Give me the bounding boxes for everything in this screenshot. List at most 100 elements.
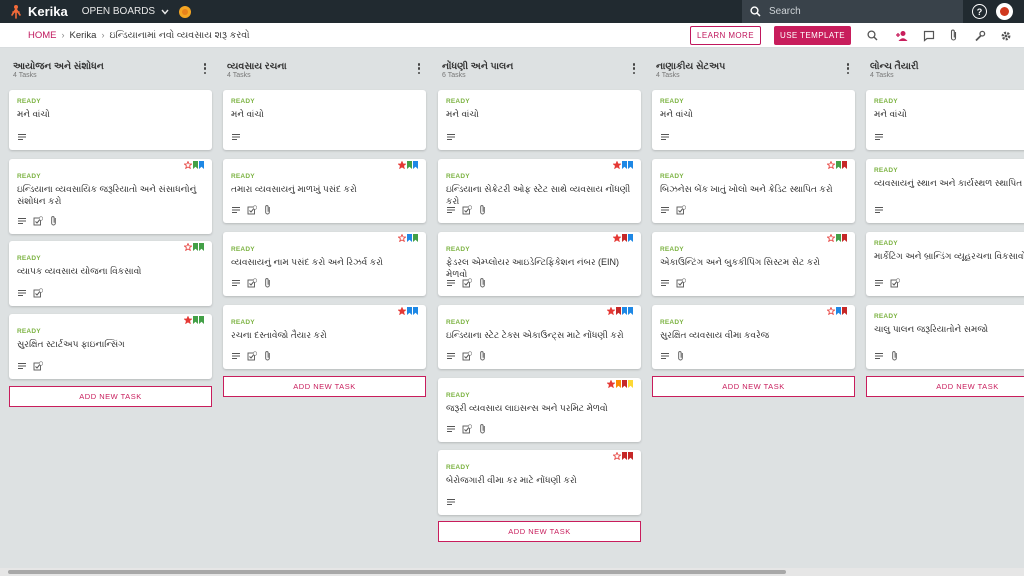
tag-flag-icon[interactable] [628, 234, 633, 242]
tag-flag-icon[interactable] [407, 307, 412, 315]
tag-flag-icon[interactable] [407, 161, 412, 169]
task-card[interactable]: READY મને વાંચો [223, 90, 426, 150]
more-vert-icon[interactable] [202, 63, 208, 74]
tag-flag-icon[interactable] [193, 161, 198, 169]
tag-flag-icon[interactable] [836, 234, 841, 242]
task-card[interactable]: READY ઇન્ડિયાના વ્યવસાયિક જરૂરિયાતો અને સ… [9, 159, 212, 234]
tag-flag-icon[interactable] [413, 307, 418, 315]
star-icon[interactable] [607, 380, 615, 388]
tag-flag-icon[interactable] [628, 452, 633, 460]
tag-flag-icon[interactable] [628, 307, 633, 315]
column-title[interactable]: નોંધણી અને પાલન [442, 61, 513, 72]
task-card[interactable]: READY વ્યાપક વ્યવસાય યોજના વિકસાવો [9, 241, 212, 306]
column-title[interactable]: નાણાકીય સેટઅપ [656, 61, 725, 72]
star-icon[interactable] [613, 234, 621, 242]
task-card[interactable]: READY વ્યવસાયનું નામ પસંદ કરો અને રિઝર્વ … [223, 232, 426, 296]
add-new-task-button[interactable]: ADD NEW TASK [223, 376, 426, 397]
task-card[interactable]: READY મને વાંચો [866, 90, 1024, 150]
learn-more-button[interactable]: LEARN MORE [690, 26, 761, 45]
tag-flag-icon[interactable] [616, 307, 621, 315]
attachment-icon[interactable] [946, 28, 961, 43]
task-card[interactable]: READY માર્કેટિંગ અને બ્રાન્ડિંગ વ્યૂહરચના… [866, 232, 1024, 296]
tag-flag-icon[interactable] [199, 243, 204, 251]
horizontal-scrollbar[interactable] [0, 568, 1024, 576]
add-person-icon[interactable] [894, 28, 909, 43]
star-icon[interactable] [613, 161, 621, 169]
task-card[interactable]: READY મને વાંચો [438, 90, 641, 150]
tag-flag-icon[interactable] [842, 307, 847, 315]
task-card[interactable]: READY બિઝનેસ બેંક ખાતું ખોલો અને ક્રેડિટ … [652, 159, 855, 223]
star-icon[interactable] [827, 161, 835, 169]
tag-flag-icon[interactable] [622, 452, 627, 460]
add-new-task-button[interactable]: ADD NEW TASK [9, 386, 212, 407]
task-card[interactable]: READY ફેડરલ એમ્પ્લોયર આઇડેન્ટિફિકેશન નંબર… [438, 232, 641, 296]
wrench-icon[interactable] [972, 28, 987, 43]
more-vert-icon[interactable] [416, 63, 422, 74]
task-card[interactable]: READY મને વાંચો [652, 90, 855, 150]
task-card[interactable]: READY એકાઉન્ટિંગ અને બુકકીપિંગ સિસ્ટમ સેટ… [652, 232, 855, 296]
star-icon[interactable] [184, 161, 192, 169]
task-card[interactable]: READY જરૂરી વ્યવસાય લાઇસન્સ અને પરમિટ મેળ… [438, 378, 641, 442]
tag-flag-icon[interactable] [622, 307, 627, 315]
task-card[interactable]: READY સુરક્ષિત વ્યવસાય વીમા કવરેજ [652, 305, 855, 369]
tag-flag-icon[interactable] [616, 380, 621, 388]
star-icon[interactable] [827, 307, 835, 315]
task-badges [827, 161, 847, 169]
settings-gear-icon[interactable] [998, 28, 1013, 43]
star-icon[interactable] [613, 452, 621, 460]
add-new-task-button[interactable]: ADD NEW TASK [652, 376, 855, 397]
more-vert-icon[interactable] [845, 63, 851, 74]
tag-flag-icon[interactable] [622, 380, 627, 388]
task-title: એકાઉન્ટિંગ અને બુકકીપિંગ સિસ્ટમ સેટ કરો [660, 257, 821, 267]
breadcrumb-home[interactable]: HOME [28, 30, 57, 41]
tag-flag-icon[interactable] [836, 161, 841, 169]
breadcrumb-account[interactable]: Kerika [70, 30, 97, 41]
use-template-button[interactable]: USE TEMPLATE [774, 26, 851, 45]
star-icon[interactable] [398, 307, 406, 315]
tag-flag-icon[interactable] [413, 234, 418, 242]
star-icon[interactable] [184, 243, 192, 251]
tag-flag-icon[interactable] [193, 243, 198, 251]
tag-flag-icon[interactable] [836, 307, 841, 315]
help-icon[interactable]: ? [972, 4, 987, 19]
task-card[interactable]: READY ઇન્ડિયાના સેક્રેટરી ઓફ સ્ટેટ સાથે વ… [438, 159, 641, 223]
task-card[interactable]: READY ચાલુ પાલન જરૂરિયાતોને સમજો [866, 305, 1024, 369]
task-card[interactable]: READY તમારા વ્યવસાયનું માળખું પસંદ કરો [223, 159, 426, 223]
star-icon[interactable] [398, 234, 406, 242]
column-title[interactable]: લોન્ચ તૈયારી [870, 61, 919, 72]
task-card[interactable]: READY રચના દસ્તાવેજો તૈયાર કરો [223, 305, 426, 369]
open-boards-dropdown[interactable]: OPEN BOARDS [82, 6, 169, 17]
tag-flag-icon[interactable] [842, 161, 847, 169]
tag-flag-icon[interactable] [199, 161, 204, 169]
task-card[interactable]: READY સુરક્ષિત સ્ટાર્ટઅપ ફાઇનાન્સિંગ [9, 314, 212, 379]
tag-flag-icon[interactable] [842, 234, 847, 242]
more-vert-icon[interactable] [631, 63, 637, 74]
column-title[interactable]: આયોજન અને સંશોધન [13, 61, 104, 72]
tag-flag-icon[interactable] [407, 234, 412, 242]
scrollbar-thumb[interactable] [8, 570, 786, 574]
chat-icon[interactable] [921, 28, 936, 43]
board-search-icon[interactable] [865, 28, 880, 43]
task-card[interactable]: READY વ્યવસાયનું સ્થાન અને કાર્યસ્થળ સ્થા… [866, 159, 1024, 223]
task-card[interactable]: READY ઇન્ડિયાના સ્ટેટ ટેક્સ એકાઉન્ટ્સ માટ… [438, 305, 641, 369]
tag-flag-icon[interactable] [622, 161, 627, 169]
kerika-logo[interactable]: Kerika [0, 4, 68, 20]
sun-icon[interactable] [179, 5, 192, 18]
add-new-task-button[interactable]: ADD NEW TASK [866, 376, 1024, 397]
star-icon[interactable] [607, 307, 615, 315]
task-card[interactable]: READY મને વાંચો [9, 90, 212, 150]
tag-flag-icon[interactable] [628, 380, 633, 388]
task-card[interactable]: READY બેરોજગારી વીમા કર માટે નોંધણી કરો [438, 450, 641, 515]
star-icon[interactable] [827, 234, 835, 242]
star-icon[interactable] [184, 316, 192, 324]
tag-flag-icon[interactable] [628, 161, 633, 169]
column-title[interactable]: વ્યવસાય રચના [227, 61, 287, 72]
star-icon[interactable] [398, 161, 406, 169]
tag-flag-icon[interactable] [413, 161, 418, 169]
tag-flag-icon[interactable] [199, 316, 204, 324]
user-avatar[interactable] [996, 3, 1013, 20]
add-new-task-button[interactable]: ADD NEW TASK [438, 521, 641, 542]
search-box[interactable]: Search [742, 0, 963, 23]
tag-flag-icon[interactable] [622, 234, 627, 242]
tag-flag-icon[interactable] [193, 316, 198, 324]
